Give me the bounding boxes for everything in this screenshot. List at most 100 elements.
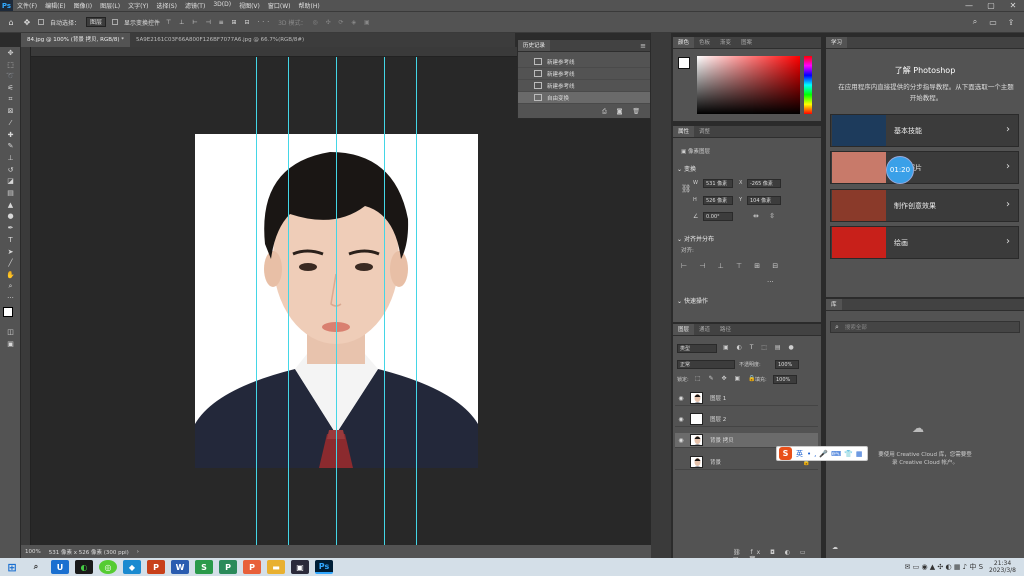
3d-mode-buttons[interactable]: ◎ ✣ ⟳ ◈ ▣ — [312, 19, 372, 26]
tab-libraries[interactable]: 库 — [826, 299, 842, 310]
auto-select-dropdown[interactable]: 图层 — [86, 17, 107, 27]
file-explorer-icon[interactable]: ▬ — [267, 560, 285, 574]
zoom-level[interactable]: 100% — [25, 549, 41, 555]
word-icon[interactable]: W — [171, 560, 189, 574]
menu-item[interactable]: 帮助(H) — [295, 1, 324, 10]
menu-item[interactable]: 视图(V) — [235, 1, 264, 10]
maximize-button[interactable]: ▢ — [980, 0, 1002, 11]
panel-menu-icon[interactable]: ≡ — [640, 40, 650, 51]
lasso-tool-icon[interactable]: ➰ — [0, 70, 21, 82]
healing-tool-icon[interactable]: ✚ — [0, 129, 21, 141]
app-icon[interactable]: ▣ — [291, 560, 309, 574]
hand-tool-icon[interactable]: ✋ — [0, 269, 21, 281]
menu-item[interactable]: 编辑(E) — [41, 1, 69, 10]
tab-properties[interactable]: 属性 — [673, 126, 695, 137]
eraser-tool-icon[interactable]: ◪ — [0, 176, 21, 188]
screen-mode-icon[interactable]: ▣ — [0, 338, 21, 350]
move-tool-icon[interactable]: ✥ — [22, 17, 32, 27]
transform-controls-checkbox[interactable] — [112, 19, 119, 25]
app-icon[interactable]: ◐ — [75, 560, 93, 574]
app-icon[interactable]: ◆ — [123, 560, 141, 574]
brush-tool-icon[interactable]: ✎ — [0, 141, 21, 153]
visibility-eye-icon[interactable]: ◉ — [675, 395, 687, 402]
minimize-button[interactable]: — — [958, 0, 980, 11]
quick-select-tool-icon[interactable]: ⚟ — [0, 82, 21, 94]
history-item[interactable]: 新建参考线 — [518, 56, 650, 68]
zoom-tool-icon[interactable]: ⌕ — [0, 281, 21, 293]
menu-item[interactable]: 选择(S) — [152, 1, 181, 10]
tab-channels[interactable]: 通道 — [694, 324, 715, 335]
clock[interactable]: 21:34 2023/3/8 — [989, 560, 1016, 574]
app-icon[interactable]: S — [195, 560, 213, 574]
app-shield-icon[interactable]: U — [51, 560, 69, 574]
menu-item[interactable]: 图像(I) — [70, 1, 96, 10]
foreground-color[interactable] — [3, 307, 13, 318]
windows-start-icon[interactable]: ⊞ — [3, 560, 21, 574]
app-icon[interactable]: ◎ — [99, 560, 117, 574]
layer-row[interactable]: ◉ 图层 1 — [675, 391, 818, 406]
hue-slider[interactable] — [804, 56, 812, 114]
photoshop-taskbar-icon[interactable]: Ps — [315, 560, 333, 574]
color-swatches[interactable] — [0, 304, 20, 326]
pen-tool-icon[interactable]: ✒ — [0, 222, 21, 234]
tab-paths[interactable]: 路径 — [715, 324, 736, 335]
tab-layers[interactable]: 图层 — [673, 324, 695, 335]
status-arrow-icon[interactable]: › — [137, 549, 139, 555]
link-icon[interactable]: ⛓ — [681, 184, 691, 193]
library-cloud-icon[interactable]: ☁ — [832, 544, 838, 551]
quick-actions-section[interactable]: ⌄ 快速操作 — [677, 296, 708, 305]
guide-line[interactable] — [416, 57, 417, 545]
lock-icons[interactable]: ⬚ ✎ ✥ ▣ 🔒 — [695, 375, 759, 382]
tab-adjustments[interactable]: 调整 — [694, 126, 715, 137]
align-section[interactable]: ⌄ 对齐并分布 — [677, 234, 714, 243]
flip-buttons[interactable]: ⇹ ⇳ — [753, 212, 779, 220]
doc-tab-active[interactable]: 84.jpg @ 100% (背景 拷贝, RGB/8) * — [21, 33, 130, 47]
align-buttons[interactable]: ⊤ ⊥ ⊢ ⊣ ≡ ⊞ ⊟ ··· — [166, 19, 272, 26]
workspace-icon[interactable]: ▭ — [988, 17, 998, 27]
guide-line[interactable] — [288, 57, 289, 545]
x-field[interactable]: -265 像素 — [747, 179, 781, 188]
history-actions[interactable]: ⎙ ◙ 🗑 — [602, 108, 644, 116]
line-tool-icon[interactable]: ╱ — [0, 257, 21, 269]
learn-card[interactable]: 制作创意效果 › — [830, 189, 1019, 222]
y-field[interactable]: 104 像素 — [747, 196, 781, 205]
learn-card[interactable]: 修复照片 › — [830, 151, 1019, 184]
crop-tool-icon[interactable]: ⌗ — [0, 94, 21, 106]
doc-tab-inactive[interactable]: 5A9E2161C03F66A800F126BF7077A6.jpg @ 66.… — [130, 33, 310, 47]
powerpoint-icon[interactable]: P — [147, 560, 165, 574]
history-item-selected[interactable]: 自由变换 — [518, 92, 650, 104]
visibility-eye-icon[interactable]: ◉ — [675, 416, 687, 423]
search-icon[interactable]: ⌕ — [970, 17, 980, 27]
menu-item[interactable]: 图层(L) — [96, 1, 124, 10]
foreground-swatch[interactable] — [678, 57, 690, 69]
stamp-tool-icon[interactable]: ⊥ — [0, 152, 21, 164]
ime-toolbar[interactable]: S 英 •,🎤⌨👕▦ — [776, 446, 868, 461]
tab-color[interactable]: 颜色 — [673, 37, 695, 48]
type-tool-icon[interactable]: T — [0, 234, 21, 246]
learn-card[interactable]: 基本技能 › — [830, 114, 1019, 147]
guide-line[interactable] — [384, 57, 385, 545]
home-icon[interactable]: ⌂ — [6, 17, 16, 27]
more-tools-icon[interactable]: ··· — [0, 292, 21, 304]
auto-select-checkbox[interactable] — [38, 19, 44, 25]
guide-line[interactable] — [336, 57, 337, 545]
share-icon[interactable]: ⇪ — [1006, 17, 1016, 27]
gradient-tool-icon[interactable]: ▤ — [0, 187, 21, 199]
fill-field[interactable]: 100% — [773, 375, 797, 384]
move-tool-icon[interactable]: ✥ — [0, 47, 21, 59]
more-align-button[interactable]: ··· — [767, 278, 774, 286]
eyedropper-tool-icon[interactable]: ⁄ — [0, 117, 21, 129]
path-select-icon[interactable]: ➤ — [0, 246, 21, 258]
layer-row[interactable]: ◉ 图层 2 — [675, 412, 818, 427]
history-item[interactable]: 新建参考线 — [518, 68, 650, 80]
tab-learn[interactable]: 学习 — [826, 37, 848, 48]
guide-line[interactable] — [256, 57, 257, 545]
align-icons[interactable]: ⊢ ⊣ ⊥ ⊤ ⊞ ⊟ — [681, 262, 783, 270]
color-picker-field[interactable] — [697, 56, 800, 114]
tab-swatches[interactable]: 色板 — [694, 37, 715, 48]
layer-filter-kind[interactable]: 类型 — [677, 344, 717, 353]
search-icon[interactable]: ⌕ — [27, 560, 45, 574]
height-field[interactable]: 526 像素 — [703, 196, 733, 205]
marquee-tool-icon[interactable]: ⬚ — [0, 59, 21, 71]
history-brush-icon[interactable]: ↺ — [0, 164, 21, 176]
